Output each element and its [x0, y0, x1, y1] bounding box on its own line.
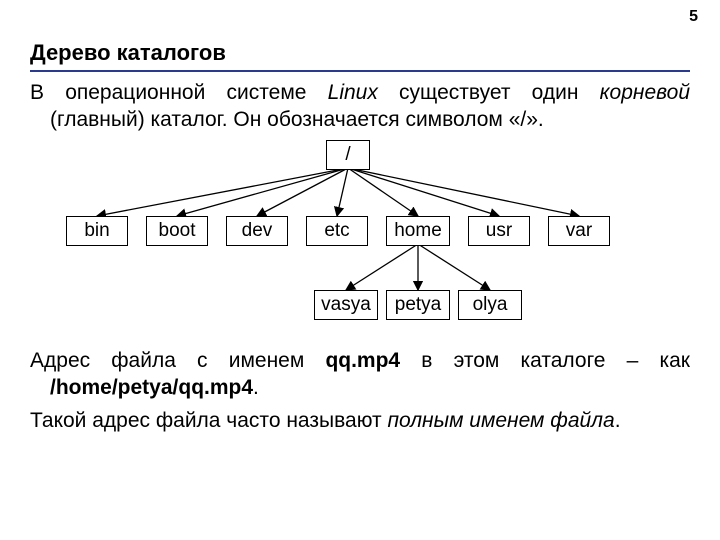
p1-text-c: существует один	[378, 81, 600, 104]
directory-tree: / bin boot dev etc home usr var vasya pe…	[50, 140, 670, 340]
p2-text-a: Адрес файла с именем	[30, 349, 325, 372]
p3-text-a: Такой адрес файла часто называют	[30, 409, 387, 432]
node-olya: olya	[458, 290, 522, 320]
paragraph-3: Такой адрес файла часто называют полным …	[30, 408, 690, 435]
p1-text-e: (главный) каталог. Он обозначается симво…	[50, 108, 544, 131]
body: В операционной системе Linux существует …	[30, 80, 690, 434]
slide: 5 Дерево каталогов В операционной систем…	[0, 0, 720, 540]
p2-filename: qq.mp4	[325, 349, 400, 372]
p1-root-dir: корневой	[600, 81, 690, 104]
p2-text-c: в этом каталоге – как	[400, 349, 690, 372]
p2-path: /home/petya/qq.mp4	[50, 376, 253, 399]
node-etc: etc	[306, 216, 368, 246]
node-boot: boot	[146, 216, 208, 246]
p2-text-e: .	[253, 376, 259, 399]
p3-text-c: .	[615, 409, 621, 432]
p1-text-a: В операционной системе	[30, 81, 328, 104]
node-root: /	[326, 140, 370, 170]
node-petya: petya	[386, 290, 450, 320]
node-dev: dev	[226, 216, 288, 246]
title-rule	[30, 70, 690, 72]
node-usr: usr	[468, 216, 530, 246]
p1-linux: Linux	[328, 81, 378, 104]
node-vasya: vasya	[314, 290, 378, 320]
node-home: home	[386, 216, 450, 246]
node-bin: bin	[66, 216, 128, 246]
paragraph-1: В операционной системе Linux существует …	[30, 80, 690, 134]
page-number: 5	[689, 8, 698, 26]
paragraph-2: Адрес файла с именем qq.mp4 в этом катал…	[30, 348, 690, 402]
node-var: var	[548, 216, 610, 246]
p3-full-name: полным именем файла	[387, 409, 614, 432]
slide-title: Дерево каталогов	[30, 40, 690, 66]
